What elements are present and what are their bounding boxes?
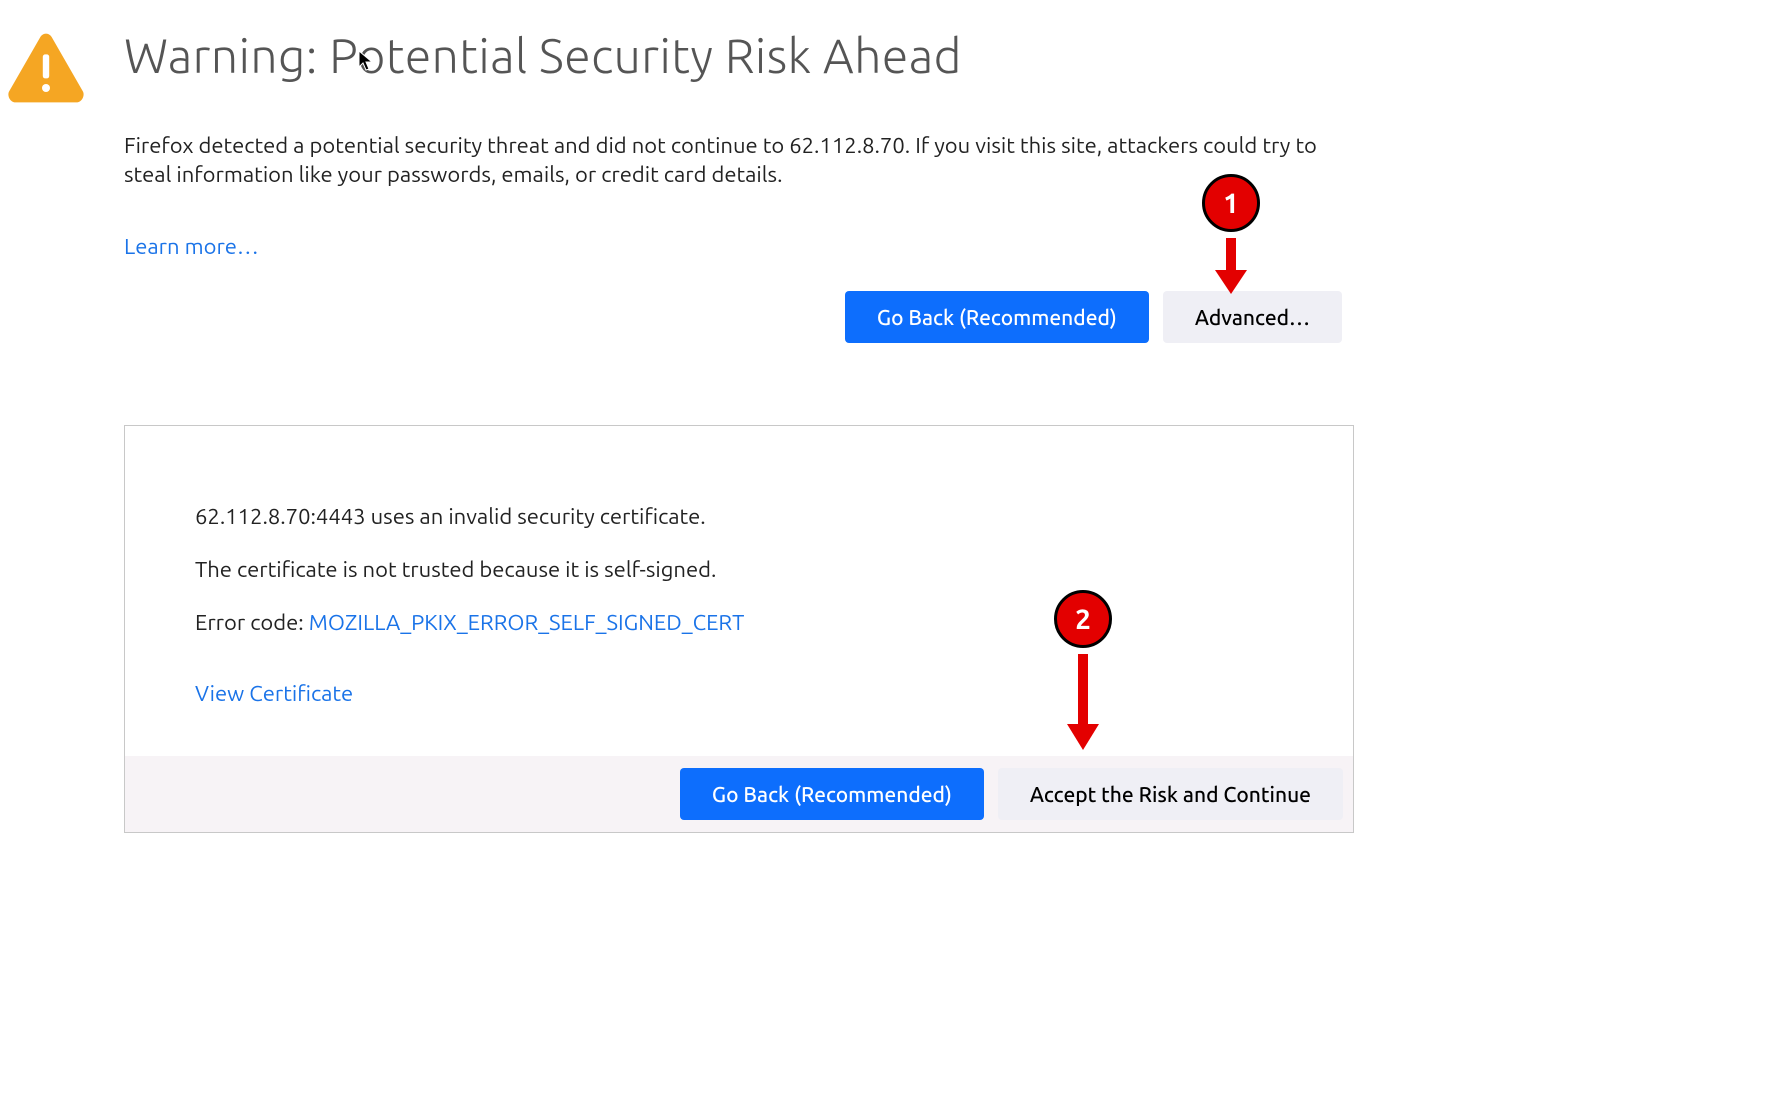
advanced-button[interactable]: Advanced…: [1163, 291, 1342, 343]
go-back-button-footer[interactable]: Go Back (Recommended): [680, 768, 984, 820]
advanced-panel: 62.112.8.70:4443 uses an invalid securit…: [124, 425, 1354, 833]
go-back-button[interactable]: Go Back (Recommended): [845, 291, 1149, 343]
cert-invalid-text: 62.112.8.70:4443 uses an invalid securit…: [195, 504, 1291, 529]
view-certificate-link[interactable]: View Certificate: [195, 681, 353, 706]
error-code-link[interactable]: MOZILLA_PKIX_ERROR_SELF_SIGNED_CERT: [309, 610, 745, 635]
page-title: Warning: Potential Security Risk Ahead: [124, 30, 1342, 83]
accept-risk-button[interactable]: Accept the Risk and Continue: [998, 768, 1343, 820]
cert-self-signed-text: The certificate is not trusted because i…: [195, 557, 1291, 582]
learn-more-link[interactable]: Learn more…: [124, 234, 259, 259]
warning-triangle-icon: [6, 32, 86, 104]
error-code-label: Error code:: [195, 610, 309, 635]
error-code-line: Error code: MOZILLA_PKIX_ERROR_SELF_SIGN…: [195, 610, 1291, 635]
security-description: Firefox detected a potential security th…: [124, 131, 1342, 190]
